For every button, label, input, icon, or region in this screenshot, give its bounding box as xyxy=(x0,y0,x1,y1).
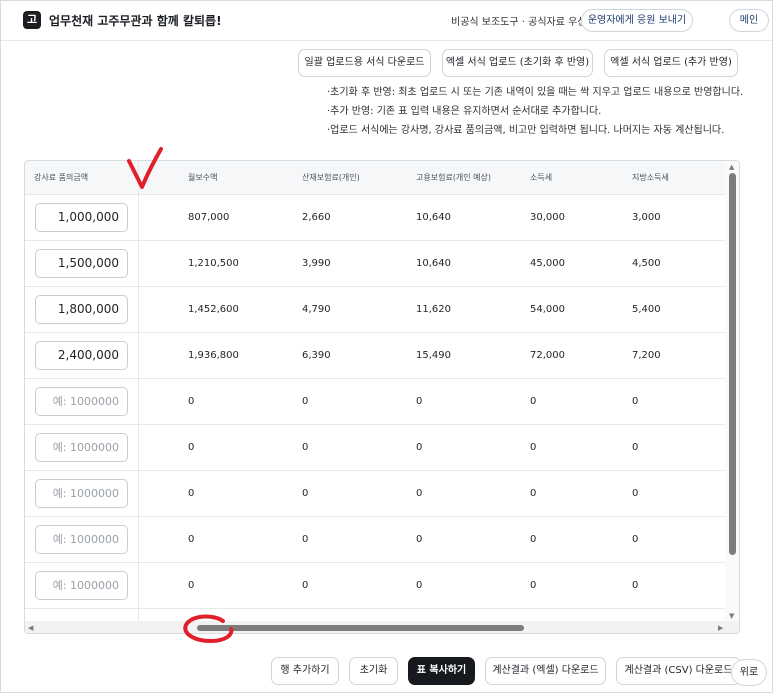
cell-monthly-pay: 1,210,500 xyxy=(188,258,239,269)
cell-local-tax: 4,500 xyxy=(632,258,661,269)
table-row: 1,800,000 1,452,600 4,790 11,620 54,000 5,400 xyxy=(25,287,725,333)
upload-notes: ·초기화 후 반영: 최초 업로드 시 또는 기존 내역이 있을 때는 싹 지우… xyxy=(327,83,743,140)
amount-input[interactable]: 예: 1000000 xyxy=(35,387,128,416)
download-excel-button[interactable]: 계산결과 (엑셀) 다운로드 xyxy=(485,657,606,685)
cell-local-tax: 7,200 xyxy=(632,350,661,361)
table-row: 2,400,000 1,936,800 6,390 15,490 72,000 7,200 xyxy=(25,333,725,379)
cell-monthly-pay: 0 xyxy=(188,396,195,407)
scroll-down-arrow-icon[interactable]: ▼ xyxy=(729,612,734,620)
table-row: 예: 1000000 0 0 0 0 0 xyxy=(25,379,725,425)
note-reset: ·초기화 후 반영: 최초 업로드 시 또는 기존 내역이 있을 때는 싹 지우… xyxy=(327,87,744,98)
calc-table: 강사료 품의금액 월보수액 산재보험료(개인) 고용보험료(개인 예상) 소득세… xyxy=(24,160,740,634)
vertical-scroll-thumb[interactable] xyxy=(729,173,736,555)
scroll-up-arrow-icon[interactable]: ▲ xyxy=(729,163,734,171)
cell-local-tax: 0 xyxy=(632,442,639,453)
app-title: 업무천재 고주무관과 함께 칼퇴릅! xyxy=(49,14,222,28)
cell-local-tax: 5,400 xyxy=(632,304,661,315)
cell-local-tax: 0 xyxy=(632,488,639,499)
amount-input[interactable]: 예: 1000000 xyxy=(35,525,128,554)
cell-income-tax: 45,000 xyxy=(530,258,565,269)
col-header-income-tax: 소득세 xyxy=(530,173,553,182)
scroll-top-button[interactable]: 위로 xyxy=(731,659,767,686)
table-header: 강사료 품의금액 월보수액 산재보험료(개인) 고용보험료(개인 예상) 소득세… xyxy=(25,161,725,195)
col-header-monthly-pay: 월보수액 xyxy=(188,173,218,182)
app-window: 고 업무천재 고주무관과 함께 칼퇴릅! 비공식 보조도구 · 공식자료 우선 … xyxy=(0,0,773,693)
amount-input[interactable]: 예: 1000000 xyxy=(35,479,128,508)
cell-income-tax: 0 xyxy=(530,580,537,591)
cell-employment-insurance: 0 xyxy=(416,580,423,591)
note-append: ·추가 반영: 기존 표 입력 내용은 유지하면서 순서대로 추가합니다. xyxy=(327,106,602,117)
cell-income-tax: 0 xyxy=(530,442,537,453)
support-button[interactable]: 운영자에게 응원 보내기 xyxy=(581,9,693,32)
cell-local-tax: 0 xyxy=(632,396,639,407)
cell-monthly-pay: 0 xyxy=(188,442,195,453)
cell-industrial-insurance: 0 xyxy=(302,580,309,591)
cell-employment-insurance: 10,640 xyxy=(416,258,451,269)
amount-input[interactable]: 예: 1000000 xyxy=(35,571,128,600)
cell-monthly-pay: 807,000 xyxy=(188,212,230,223)
reset-button[interactable]: 초기화 xyxy=(349,657,398,685)
cell-industrial-insurance: 0 xyxy=(302,534,309,545)
cell-industrial-insurance: 6,390 xyxy=(302,350,331,361)
app-logo: 고 xyxy=(23,11,41,29)
amount-input[interactable]: 1,800,000 xyxy=(35,295,128,324)
cell-local-tax: 0 xyxy=(632,580,639,591)
col-header-industrial-insurance: 산재보험료(개인) xyxy=(302,173,360,182)
col-header-amount: 강사료 품의금액 xyxy=(34,173,89,182)
cell-industrial-insurance: 4,790 xyxy=(302,304,331,315)
table-row: 예: 1000000 0 0 0 0 0 xyxy=(25,517,725,563)
amount-input[interactable]: 예: 1000000 xyxy=(35,433,128,462)
cell-monthly-pay: 0 xyxy=(188,488,195,499)
cell-income-tax: 0 xyxy=(530,488,537,499)
table-row: 1,000,000 807,000 2,660 10,640 30,000 3,000 xyxy=(25,195,725,241)
table-row: 1,500,000 1,210,500 3,990 10,640 45,000 4,500 xyxy=(25,241,725,287)
cell-employment-insurance: 11,620 xyxy=(416,304,451,315)
add-row-button[interactable]: 행 추가하기 xyxy=(271,657,339,685)
cell-income-tax: 54,000 xyxy=(530,304,565,315)
cell-industrial-insurance: 2,660 xyxy=(302,212,331,223)
amount-input[interactable]: 2,400,000 xyxy=(35,341,128,370)
cell-monthly-pay: 1,452,600 xyxy=(188,304,239,315)
table-row: 예: 1000000 0 0 0 0 0 xyxy=(25,563,725,609)
cell-income-tax: 0 xyxy=(530,534,537,545)
cell-income-tax: 72,000 xyxy=(530,350,565,361)
cell-monthly-pay: 0 xyxy=(188,534,195,545)
top-header: 고 업무천재 고주무관과 함께 칼퇴릅! 비공식 보조도구 · 공식자료 우선 … xyxy=(1,1,772,41)
home-button[interactable]: 메인 xyxy=(729,9,769,32)
col-header-employment-insurance: 고용보험료(개인 예상) xyxy=(416,173,492,182)
amount-input[interactable]: 1,000,000 xyxy=(35,203,128,232)
scroll-left-arrow-icon[interactable]: ◀ xyxy=(28,624,33,632)
col-header-local-tax: 지방소득세 xyxy=(632,173,669,182)
column-divider xyxy=(138,161,139,633)
cell-industrial-insurance: 3,990 xyxy=(302,258,331,269)
unofficial-notice: 비공식 보조도구 · 공식자료 우선 xyxy=(451,17,587,28)
cell-employment-insurance: 0 xyxy=(416,396,423,407)
cell-employment-insurance: 0 xyxy=(416,534,423,545)
cell-industrial-insurance: 0 xyxy=(302,396,309,407)
copy-table-button[interactable]: 표 복사하기 xyxy=(408,657,475,685)
download-template-button[interactable]: 일괄 업로드용 서식 다운로드 xyxy=(298,49,431,77)
cell-employment-insurance: 0 xyxy=(416,488,423,499)
cell-industrial-insurance: 0 xyxy=(302,442,309,453)
download-csv-button[interactable]: 계산결과 (CSV) 다운로드 xyxy=(616,657,741,685)
cell-employment-insurance: 15,490 xyxy=(416,350,451,361)
cell-industrial-insurance: 0 xyxy=(302,488,309,499)
note-template: ·업로드 서식에는 강사명, 강사료 품의금액, 비고만 입력하면 됩니다. 나… xyxy=(327,125,725,136)
cell-monthly-pay: 0 xyxy=(188,580,195,591)
cell-income-tax: 0 xyxy=(530,396,537,407)
cell-monthly-pay: 1,936,800 xyxy=(188,350,239,361)
table-row: 예: 1000000 0 0 0 0 0 xyxy=(25,425,725,471)
cell-local-tax: 3,000 xyxy=(632,212,661,223)
amount-input[interactable]: 1,500,000 xyxy=(35,249,128,278)
horizontal-scroll-thumb[interactable] xyxy=(197,625,524,631)
scroll-right-arrow-icon[interactable]: ▶ xyxy=(718,624,723,632)
cell-employment-insurance: 10,640 xyxy=(416,212,451,223)
cell-employment-insurance: 0 xyxy=(416,442,423,453)
table-row: 예: 1000000 0 0 0 0 0 xyxy=(25,471,725,517)
cell-income-tax: 30,000 xyxy=(530,212,565,223)
excel-upload-append-button[interactable]: 엑셀 서식 업로드 (추가 반영) xyxy=(604,49,738,77)
excel-upload-reset-button[interactable]: 엑셀 서식 업로드 (초기화 후 반영) xyxy=(442,49,593,77)
cell-local-tax: 0 xyxy=(632,534,639,545)
